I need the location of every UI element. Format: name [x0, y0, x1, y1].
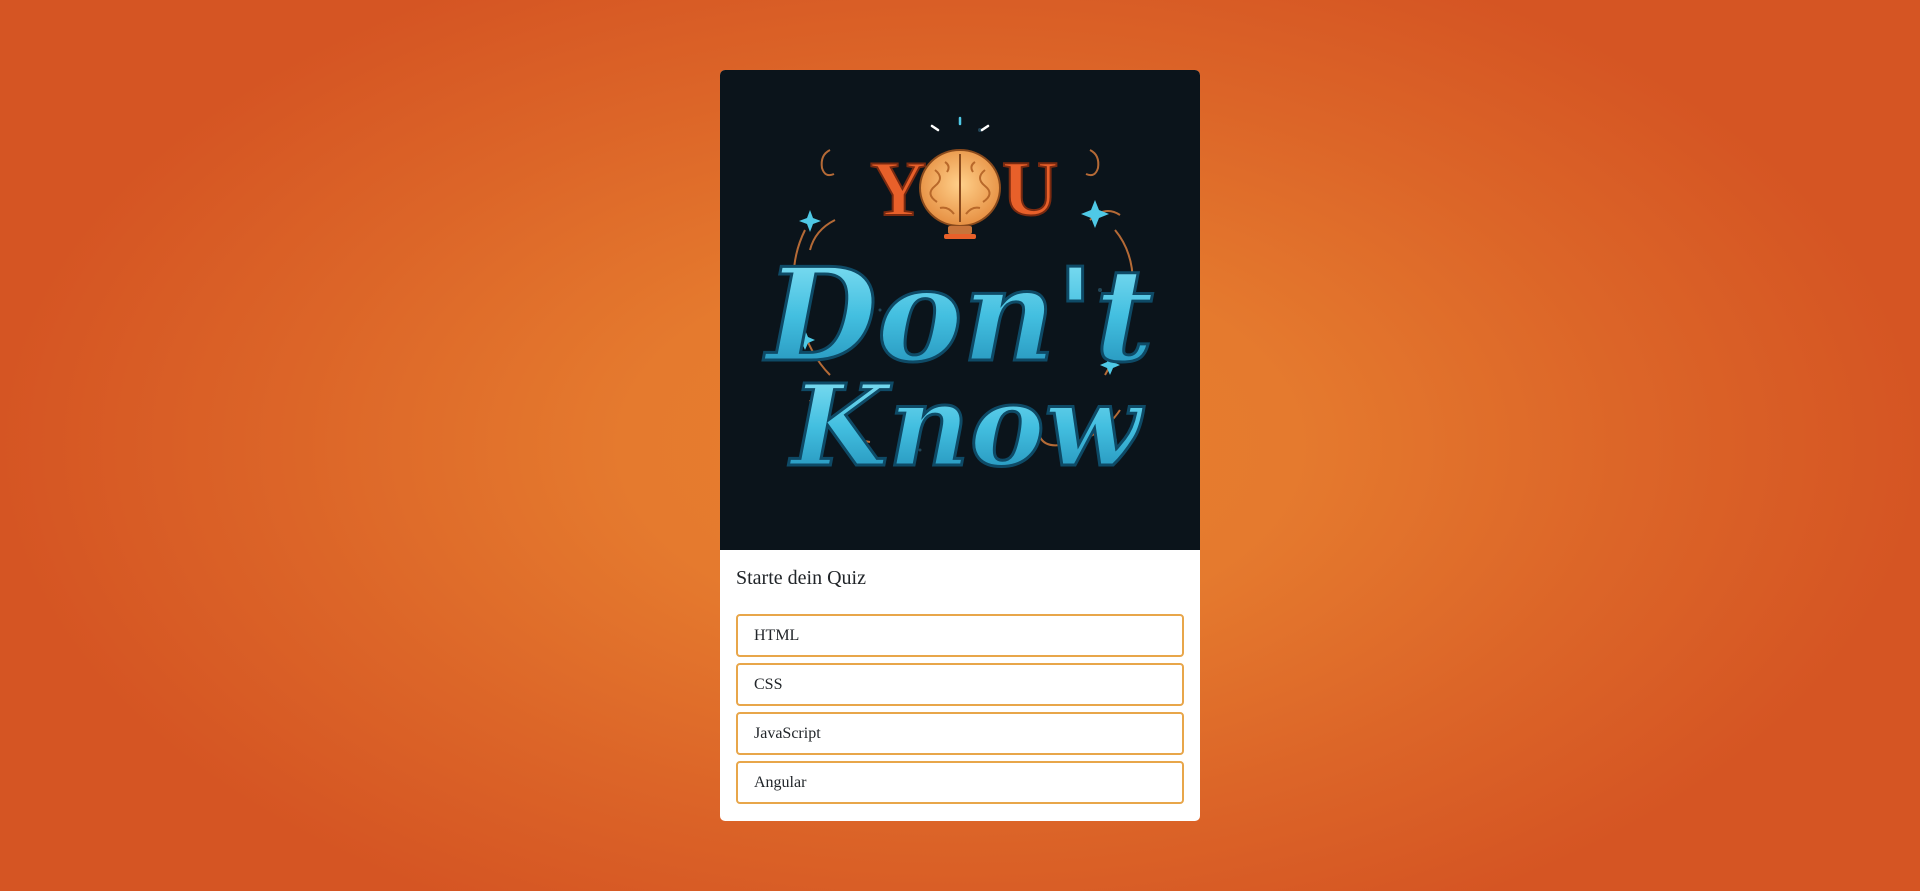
answer-list: HTML CSS JavaScript Angular: [736, 614, 1184, 804]
word-know: Know: [788, 361, 1144, 492]
brain-icon: [919, 149, 1001, 239]
logo-graphic: Y U Don't Know: [762, 116, 1155, 494]
answer-option-javascript[interactable]: JavaScript: [736, 712, 1184, 755]
answer-option-angular[interactable]: Angular: [736, 761, 1184, 804]
answer-option-html[interactable]: HTML: [736, 614, 1184, 657]
letter-u: U: [1002, 145, 1058, 232]
quiz-title: Starte dein Quiz: [736, 567, 866, 589]
answer-option-css[interactable]: CSS: [736, 663, 1184, 706]
quiz-body: Starte dein Quiz HTML CSS JavaScript Ang…: [720, 550, 1200, 804]
quiz-card: Y U Don't Know Starte dein Quiz HTML CSS…: [720, 70, 1200, 821]
letter-y: Y: [870, 145, 926, 232]
you-dont-know-logo-image: Y U Don't Know: [720, 70, 1200, 550]
